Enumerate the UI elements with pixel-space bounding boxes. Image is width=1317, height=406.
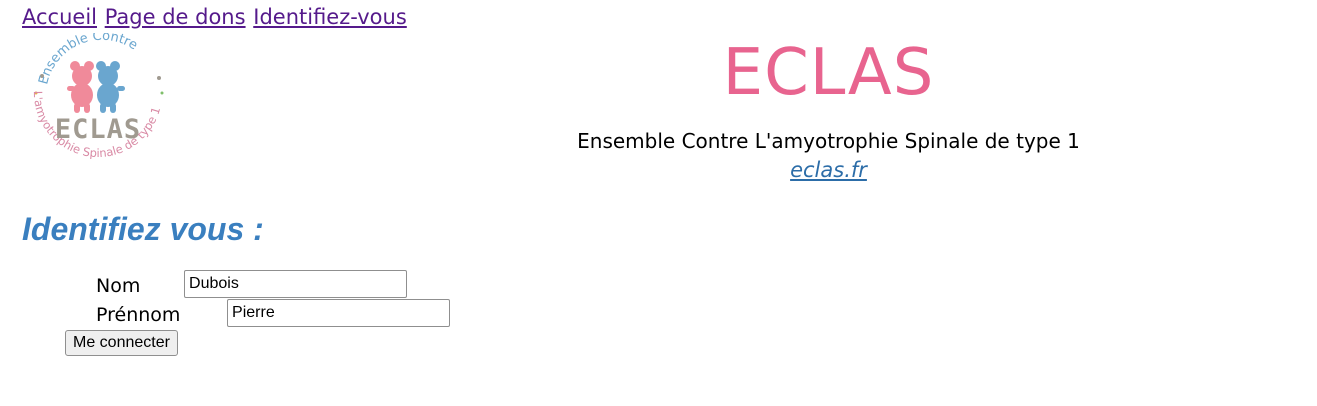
site-subtitle: Ensemble Contre L'amyotrophie Spinale de… (577, 129, 1080, 153)
firstname-field[interactable] (227, 299, 451, 327)
login-button[interactable]: Me connecter (65, 330, 178, 356)
nav-link-home[interactable]: Accueil (22, 5, 97, 29)
firstname-row: Prénnom (96, 299, 451, 329)
nav-link-donations[interactable]: Page de dons (105, 5, 246, 29)
site-link[interactable]: eclas.fr (790, 158, 867, 182)
top-navigation: Accueil Page de dons Identifiez-vous (22, 5, 408, 29)
site-link-wrapper: eclas.fr (0, 158, 1317, 182)
name-row: Nom (96, 270, 408, 300)
nav-link-login[interactable]: Identifiez-vous (253, 5, 407, 29)
name-field[interactable] (184, 270, 408, 298)
firstname-label: Prénnom (96, 303, 181, 326)
site-title: ECLAS (722, 36, 935, 110)
name-label: Nom (96, 274, 141, 297)
login-heading: Identifiez vous : (22, 211, 264, 247)
